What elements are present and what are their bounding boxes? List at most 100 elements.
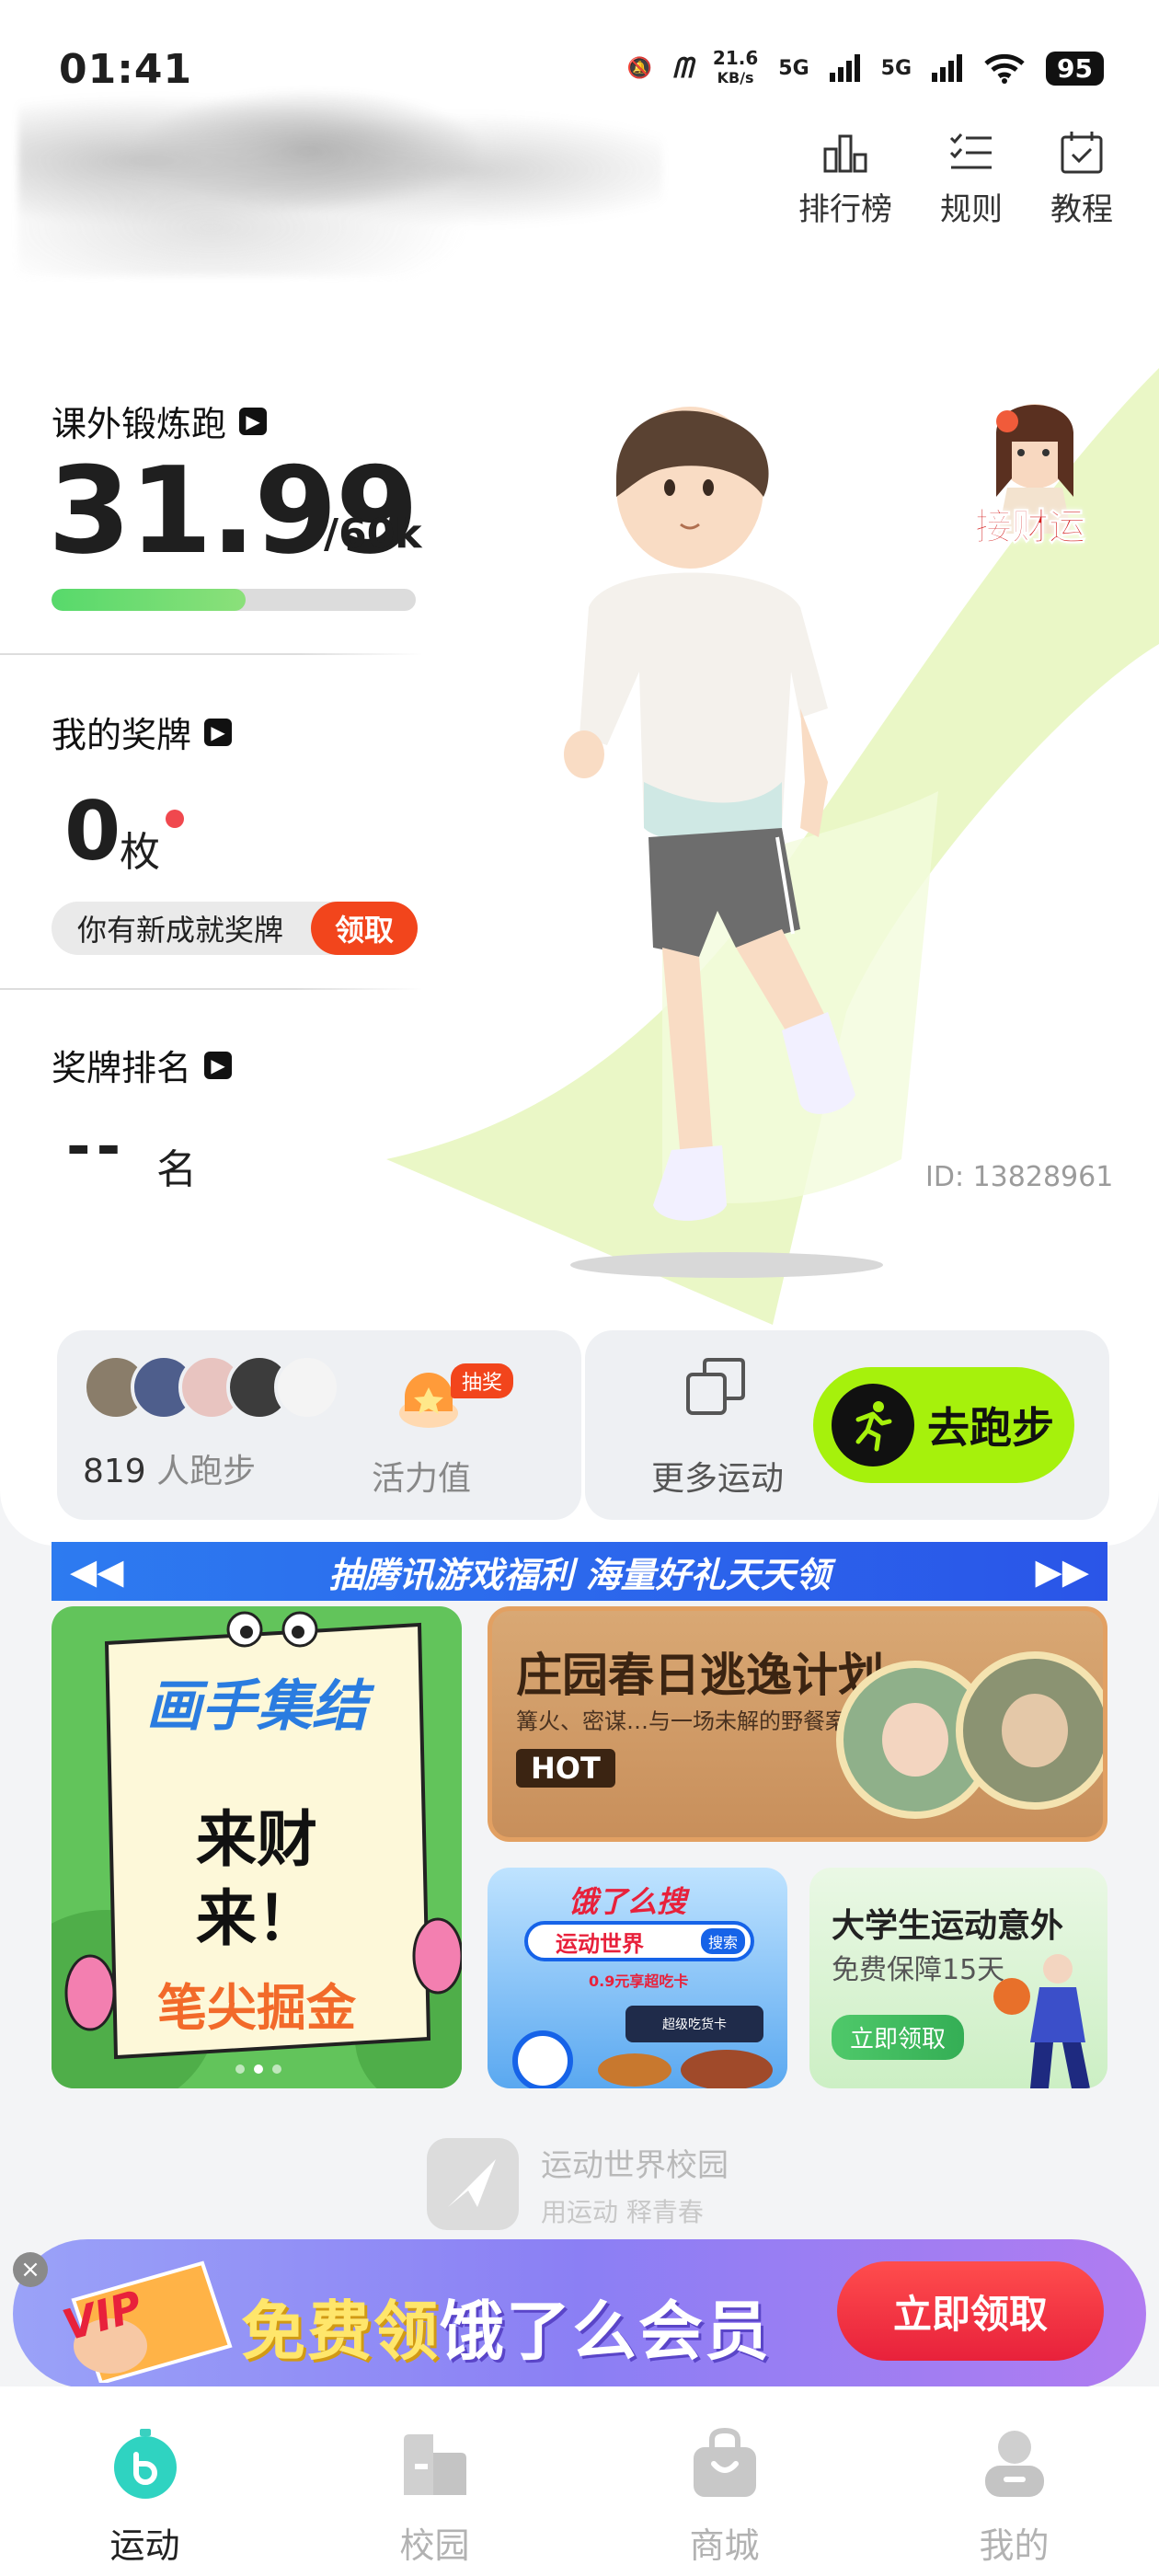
- mute-bell-icon: 🔕: [626, 56, 653, 80]
- leaderboard-label: 排行榜: [798, 191, 892, 228]
- fortune-label[interactable]: 接财运: [975, 497, 1086, 550]
- profile-person-icon: [984, 2431, 1044, 2497]
- lottery-badge: 抽奖: [451, 1363, 514, 1398]
- sport-stopwatch-icon: [113, 2429, 177, 2499]
- shopping-bag-icon: [693, 2427, 756, 2497]
- exercise-title-link[interactable]: 课外锻炼跑 ▶: [52, 396, 268, 446]
- battery-indicator: 95: [1046, 51, 1104, 86]
- medal-count: 0: [64, 784, 121, 879]
- blurred-username: [18, 83, 662, 276]
- exercise-title: 课外锻炼跑: [52, 404, 227, 444]
- insure-banner-sub: 免费保障15天: [832, 1954, 1005, 1986]
- carousel-dot: [235, 2064, 245, 2074]
- wifi-icon: [984, 53, 1025, 84]
- vip-text-b: 饿了么会员: [440, 2294, 771, 2369]
- more-sports-icon[interactable]: [684, 1356, 747, 1419]
- bottom-nav: 运动 校园 商城 我的: [0, 2386, 1159, 2576]
- rules-list-icon: [949, 133, 992, 169]
- artist-banner-line3: 笔尖掘金: [157, 1979, 356, 2037]
- vip-text-a: 免费领: [241, 2294, 440, 2369]
- nav-mall[interactable]: 商城: [580, 2386, 869, 2576]
- leaderboard-icon: [823, 134, 867, 173]
- leaderboard-button[interactable]: 排行榜: [798, 129, 892, 229]
- vip-text: 免费领饿了么会员: [241, 2280, 771, 2373]
- nav-campus[interactable]: 校园: [290, 2386, 580, 2576]
- campus-slogan: 用运动 释青春: [541, 2196, 704, 2227]
- signal-5g-2: 5G: [880, 56, 912, 80]
- fast-forward-icon[interactable]: ▶▶: [1036, 1551, 1089, 1592]
- promo-marquee[interactable]: ◀◀ 抽腾讯游戏福利 海量好礼天天领 ▶▶: [52, 1542, 1107, 1601]
- signal-bars-icon: [829, 54, 860, 82]
- nav-sport[interactable]: 运动: [0, 2386, 290, 2576]
- nav-campus-label: 校园: [399, 2525, 470, 2566]
- vip-claim-button[interactable]: 立即领取: [837, 2261, 1104, 2361]
- carousel-dots: [235, 2064, 281, 2074]
- signal-5g-1: 5G: [778, 56, 809, 80]
- manor-characters-image: [836, 1651, 1103, 1819]
- notification-dot: [166, 810, 184, 828]
- ranking-title-link[interactable]: 奖牌排名 ▶: [52, 1040, 233, 1090]
- claim-medal-button[interactable]: 领取: [310, 902, 418, 955]
- user-id: ID: 13828961: [925, 1161, 1114, 1193]
- new-medal-banner[interactable]: 你有新成就奖牌 领取: [52, 902, 418, 955]
- net-speed-unit: KB/s: [717, 69, 754, 86]
- status-icons: 🔕 ᗰ 21.6 KB/s 5G 5G 95: [627, 44, 1104, 92]
- medals-title: 我的奖牌: [52, 715, 192, 755]
- vitality-label[interactable]: 活力值: [372, 1452, 471, 1500]
- manor-banner-subtitle: 篝火、密谋…与一场未解的野餐案！: [516, 1708, 869, 1734]
- artist-banner-line2: 来！: [196, 1883, 317, 1954]
- eleme-search-btn: 搜索: [700, 1928, 745, 1954]
- rewind-icon[interactable]: ◀◀: [70, 1551, 123, 1592]
- eleme-search-box: 运动世界 搜索: [524, 1921, 754, 1961]
- close-icon[interactable]: ×: [13, 2252, 48, 2287]
- ranking-unit: 名: [156, 1146, 197, 1193]
- chevron-right-icon: ▶: [239, 407, 268, 435]
- carousel-dot-active: [254, 2064, 263, 2074]
- runners-number: 819: [83, 1453, 146, 1490]
- runners-count: 819 人跑步: [83, 1444, 256, 1492]
- campus-brand: 运动世界校园 用运动 释青春: [427, 2138, 729, 2230]
- medals-title-link[interactable]: 我的奖牌 ▶: [52, 707, 233, 757]
- medal-unit: 枚: [120, 829, 160, 876]
- eleme-search-banner[interactable]: 饿了么搜 运动世界 搜索 0.9元享超吃卡 超级吃货卡: [488, 1868, 787, 2088]
- nav-me[interactable]: 我的: [869, 2386, 1159, 2576]
- nav-me-label: 我的: [979, 2525, 1050, 2566]
- divider: [0, 988, 423, 990]
- exercise-progress-bar: [52, 589, 416, 611]
- tutorial-label: 教程: [1050, 191, 1113, 228]
- carousel-dot: [272, 2064, 281, 2074]
- insure-banner-title: 大学生运动意外: [832, 1907, 1064, 1945]
- artist-recruit-banner[interactable]: 画手集结 来财 来！ 笔尖掘金: [52, 1606, 462, 2088]
- tutorial-button[interactable]: 教程: [1050, 129, 1113, 229]
- runners-text: 人跑步: [145, 1453, 257, 1490]
- more-sports-label[interactable]: 更多运动: [651, 1452, 784, 1500]
- campus-building-icon: [403, 2434, 466, 2495]
- marquee-text: 抽腾讯游戏福利 海量好礼天天领: [328, 1554, 831, 1595]
- insure-claim-button[interactable]: 立即领取: [832, 2015, 965, 2060]
- manor-event-banner[interactable]: 庄园春日逃逸计划 篝火、密谋…与一场未解的野餐案！ HOT: [488, 1606, 1107, 1842]
- ranking-title: 奖牌排名: [52, 1048, 192, 1088]
- tutorial-calendar-icon: [1061, 132, 1103, 174]
- exercise-target-unit: /60k: [324, 511, 422, 558]
- rules-button[interactable]: 规则: [940, 129, 1003, 229]
- runner-avatars: [83, 1354, 340, 1420]
- divider: [0, 653, 423, 655]
- student-insurance-banner[interactable]: 大学生运动意外 免费保障15天 立即领取: [809, 1868, 1107, 2088]
- ranking-value: --: [66, 1113, 127, 1181]
- nav-sport-label: 运动: [109, 2525, 180, 2566]
- avatar: [274, 1354, 340, 1420]
- runner-character-image: [564, 407, 883, 1278]
- running-person-icon: [832, 1384, 914, 1466]
- network-speed: 21.6 KB/s: [713, 48, 758, 88]
- top-nav: 排行榜 规则 教程: [798, 129, 1113, 229]
- signal-bars-icon-2: [932, 54, 963, 82]
- artist-banner-line1: 来财: [196, 1804, 317, 1875]
- campus-logo-icon: [427, 2138, 519, 2230]
- new-medal-text: 你有新成就奖牌: [77, 913, 284, 948]
- manor-banner-title: 庄园春日逃逸计划: [516, 1649, 884, 1702]
- nav-mall-label: 商城: [689, 2525, 760, 2566]
- basketball-player-image: [993, 1954, 1090, 2088]
- campus-name: 运动世界校园: [541, 2146, 729, 2184]
- exercise-progress-fill: [52, 589, 247, 611]
- go-run-button[interactable]: 去跑步: [813, 1367, 1074, 1483]
